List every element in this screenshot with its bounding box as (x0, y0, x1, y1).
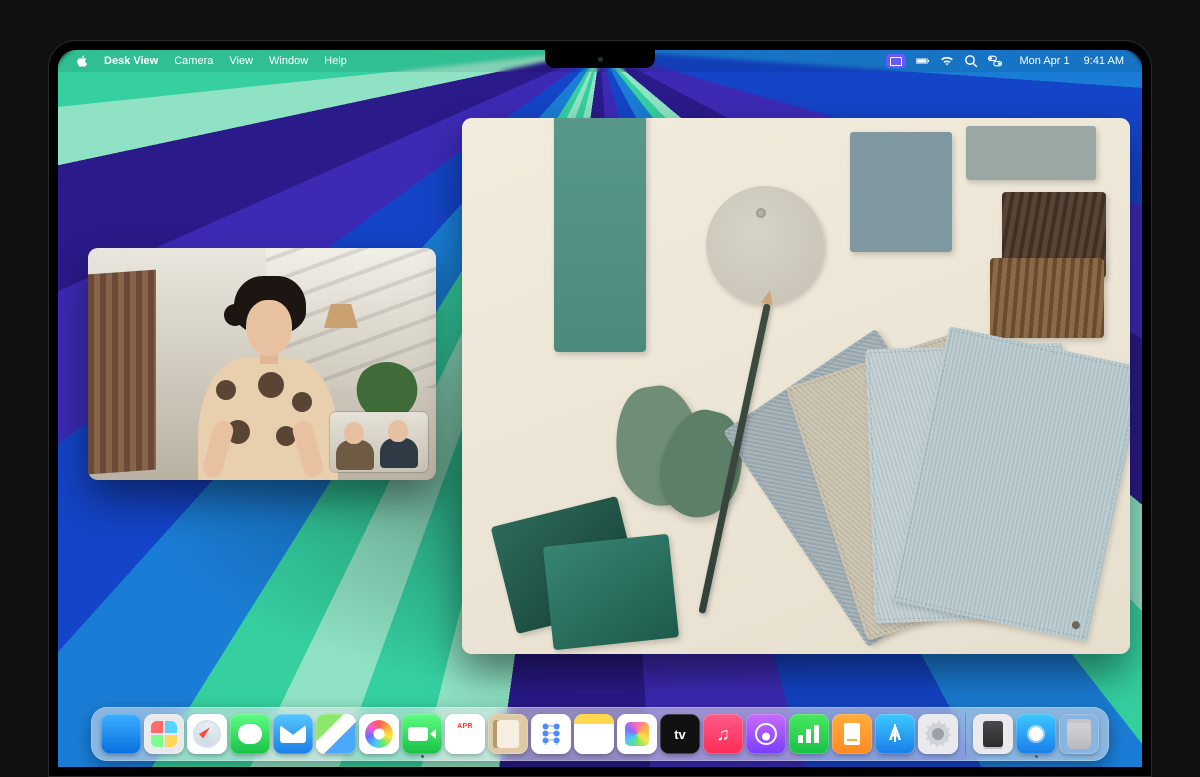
dock-app-pages[interactable] (832, 714, 872, 754)
menubar-time[interactable]: 9:41 AM (1084, 50, 1132, 72)
menubar-date[interactable]: Mon Apr 1 (1012, 50, 1074, 72)
menubar-app-name[interactable]: Desk View (96, 50, 166, 72)
control-center-icon[interactable] (988, 54, 1002, 68)
deskview-video (462, 118, 1130, 654)
dock-app-podcasts[interactable] (746, 714, 786, 754)
dock-app-freeform[interactable] (617, 714, 657, 754)
dock-app-external-drive[interactable] (973, 714, 1013, 754)
dock-app-appstore[interactable] (875, 714, 915, 754)
dock-app-settings[interactable] (918, 714, 958, 754)
spotlight-icon[interactable] (964, 54, 978, 68)
dock-app-tv[interactable] (660, 714, 700, 754)
dock-trash[interactable] (1059, 714, 1099, 754)
battery-icon[interactable] (916, 54, 930, 68)
dock-app-mail[interactable] (273, 714, 313, 754)
laptop-bezel: Desk View Camera View Window Help (48, 40, 1152, 777)
desktop[interactable]: Desk View Camera View Window Help (58, 50, 1142, 767)
menubar-item-window[interactable]: Window (261, 50, 316, 72)
menubar-item-view[interactable]: View (221, 50, 261, 72)
facetime-window[interactable] (88, 248, 436, 480)
dock-separator (965, 713, 966, 755)
dock-app-safari[interactable] (187, 714, 227, 754)
dock-app-messages[interactable] (230, 714, 270, 754)
dock-app-photos[interactable] (359, 714, 399, 754)
dock-app-calendar[interactable]: APR 1 (445, 714, 485, 754)
display-notch (545, 50, 655, 68)
dock: APR 1 (91, 707, 1109, 761)
dock-app-finder[interactable] (101, 714, 141, 754)
apple-menu[interactable] (68, 55, 96, 67)
calendar-day-label: 1 (460, 731, 470, 749)
running-indicator-icon (1035, 755, 1038, 758)
wifi-icon[interactable] (940, 54, 954, 68)
dock-app-maps[interactable] (316, 714, 356, 754)
dock-app-reminders[interactable] (531, 714, 571, 754)
dock-app-contacts[interactable] (488, 714, 528, 754)
menubar-item-camera[interactable]: Camera (166, 50, 221, 72)
dock-app-numbers[interactable] (789, 714, 829, 754)
dock-app-launchpad[interactable] (144, 714, 184, 754)
menubar-item-help[interactable]: Help (316, 50, 355, 72)
dock-app-deskview[interactable] (1016, 714, 1056, 754)
dock-app-notes[interactable] (574, 714, 614, 754)
running-indicator-icon (421, 755, 424, 758)
deskview-window[interactable] (462, 118, 1130, 654)
screenshare-icon[interactable] (886, 54, 906, 68)
facetime-pip[interactable] (330, 412, 428, 472)
facetime-video (88, 248, 436, 480)
dock-app-music[interactable] (703, 714, 743, 754)
dock-app-facetime[interactable] (402, 714, 442, 754)
